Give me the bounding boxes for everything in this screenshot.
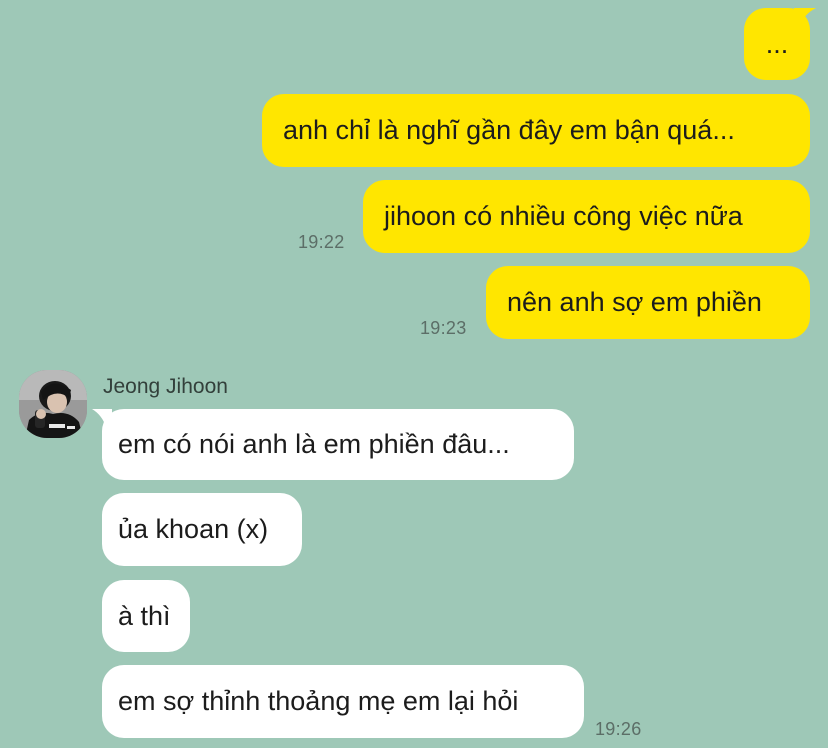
message-timestamp: 19:23 — [420, 318, 467, 338]
outgoing-message[interactable]: jihoon có nhiều công việc nữa — [363, 180, 810, 253]
message-text: em sợ thỉnh thoảng mẹ em lại hỏi — [118, 686, 519, 716]
outgoing-message[interactable]: anh chỉ là nghĩ gần đây em bận quá... — [262, 94, 810, 167]
message-text: nên anh sợ em phiền — [507, 287, 762, 317]
message-text: jihoon có nhiều công việc nữa — [384, 201, 743, 231]
sender-avatar[interactable] — [19, 370, 87, 438]
message-text: ... — [765, 28, 789, 59]
profile-photo-icon — [19, 370, 87, 438]
bubble-tail-icon — [794, 8, 816, 26]
chat-message-list[interactable]: ... anh chỉ là nghĩ gần đây em bận quá..… — [0, 0, 828, 748]
outgoing-message[interactable]: nên anh sợ em phiền — [486, 266, 810, 339]
message-text: à thì — [118, 600, 171, 631]
message-timestamp: 19:26 — [595, 719, 642, 739]
incoming-message[interactable]: em sợ thỉnh thoảng mẹ em lại hỏi — [102, 665, 584, 738]
message-text: anh chỉ là nghĩ gần đây em bận quá... — [283, 115, 735, 145]
message-text: ủa khoan (x) — [118, 514, 269, 544]
incoming-message[interactable]: em có nói anh là em phiền đâu... — [102, 409, 574, 480]
message-timestamp: 19:22 — [298, 232, 345, 252]
message-text: em có nói anh là em phiền đâu... — [118, 429, 510, 459]
sender-name[interactable]: Jeong Jihoon — [103, 375, 228, 399]
incoming-message[interactable]: ủa khoan (x) — [102, 493, 302, 566]
incoming-message[interactable]: à thì — [102, 580, 190, 652]
